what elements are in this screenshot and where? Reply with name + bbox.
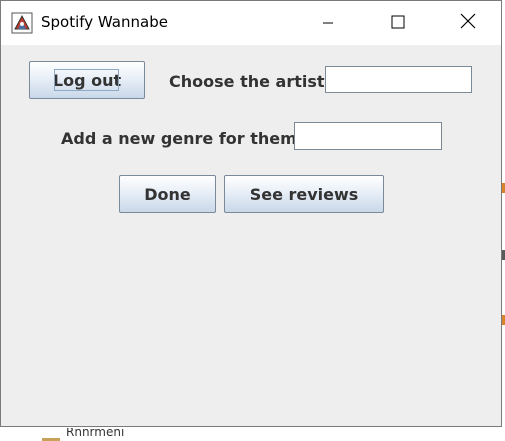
maximize-button[interactable]	[375, 1, 421, 45]
genre-label: Add a new genre for them	[61, 129, 297, 148]
minimize-icon	[322, 14, 334, 33]
background-partial-text: Rnnrmeni	[66, 428, 125, 439]
close-icon	[460, 13, 476, 33]
app-window: Spotify Wannabe Log out Choose the artis…	[0, 0, 502, 427]
maximize-icon	[391, 14, 405, 33]
done-button-label: Done	[144, 184, 191, 204]
artist-label: Choose the artist	[169, 72, 325, 91]
minimize-button[interactable]	[305, 1, 351, 45]
logout-button[interactable]: Log out	[29, 61, 145, 99]
title-bar[interactable]: Spotify Wannabe	[1, 1, 501, 45]
see-reviews-button[interactable]: See reviews	[224, 175, 384, 213]
close-button[interactable]	[445, 1, 491, 45]
content-panel: Log out Choose the artist Add a new genr…	[1, 45, 501, 426]
background-window-bottom: Rnnrmeni	[0, 428, 505, 441]
done-button[interactable]: Done	[119, 175, 216, 213]
logout-button-label: Log out	[52, 70, 122, 90]
genre-input[interactable]	[294, 122, 442, 150]
see-reviews-button-label: See reviews	[249, 184, 359, 204]
java-app-icon	[11, 12, 33, 34]
artist-input[interactable]	[325, 66, 472, 93]
window-title: Spotify Wannabe	[41, 13, 168, 31]
